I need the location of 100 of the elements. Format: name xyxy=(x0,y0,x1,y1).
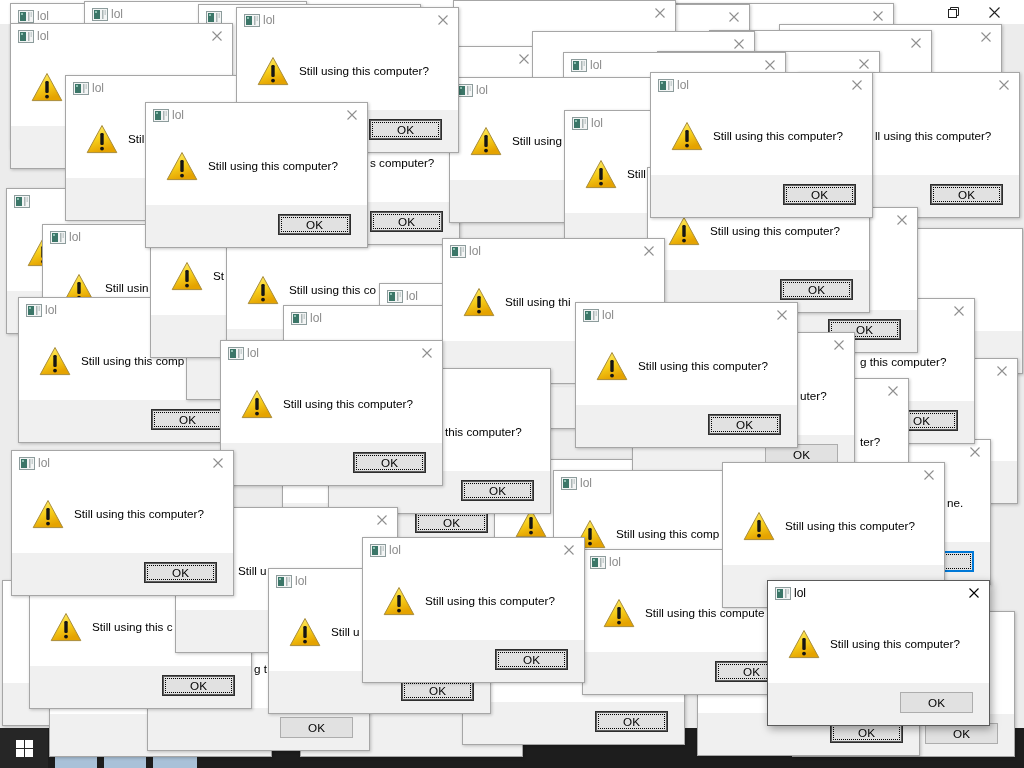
dialog-title: lol xyxy=(45,303,57,317)
dialog-message: Still using this compute xyxy=(645,606,765,620)
dialog-message: Still using this comp xyxy=(81,354,185,368)
dialog-title: lol xyxy=(247,346,259,360)
dialog-title: lol xyxy=(37,29,49,43)
dialog-message: Still using this computer? xyxy=(283,397,413,411)
ok-button[interactable]: OK xyxy=(495,649,568,670)
ok-button[interactable]: OK xyxy=(415,512,488,533)
ok-button[interactable]: OK xyxy=(370,211,443,232)
warning-icon xyxy=(86,124,118,154)
ok-button[interactable]: OK xyxy=(280,717,353,738)
window-icon xyxy=(387,289,403,303)
warning-icon xyxy=(596,351,628,381)
window-icon xyxy=(153,108,169,122)
dialog-title: lol xyxy=(38,456,50,470)
window-icon xyxy=(572,116,588,130)
ok-button[interactable]: OK xyxy=(461,480,534,501)
warning-icon xyxy=(247,275,279,305)
dialog-message: Still using xyxy=(512,134,563,148)
window-icon xyxy=(276,574,292,588)
ok-button[interactable]: OK xyxy=(930,184,1003,205)
window-icon xyxy=(73,81,89,95)
ok-button[interactable]: OK xyxy=(369,119,442,140)
window-icon xyxy=(92,7,108,21)
dialog-title: lol xyxy=(677,78,689,92)
warning-icon xyxy=(470,126,502,156)
dialog-message: Still using this computer? xyxy=(208,159,338,173)
warning-icon xyxy=(241,389,273,419)
window-icon xyxy=(561,476,577,490)
window-icon xyxy=(658,78,674,92)
dialog-title: lol xyxy=(590,58,602,72)
window-icon xyxy=(228,346,244,360)
start-button[interactable] xyxy=(0,728,48,768)
warning-icon xyxy=(668,216,700,246)
dialog-message: Still using this co xyxy=(289,283,377,297)
dialog-message: Still using this computer? xyxy=(713,129,843,143)
dialog-title: lol xyxy=(406,289,418,303)
dialog-title: lol xyxy=(591,116,603,130)
dialog-message: uter? xyxy=(800,389,827,403)
window-icon xyxy=(18,29,34,43)
dialog-message: Stil xyxy=(128,132,145,146)
window-icon xyxy=(244,13,260,27)
dialog-title: lol xyxy=(609,555,621,569)
ok-button[interactable]: OK xyxy=(708,414,781,435)
dialog-title: lol xyxy=(69,230,81,244)
warning-icon xyxy=(585,159,617,189)
warning-icon xyxy=(166,151,198,181)
window-icon xyxy=(775,586,791,600)
warning-icon xyxy=(257,56,289,86)
dialog-title: lol xyxy=(794,586,806,600)
dialog-message: Still usin xyxy=(105,281,149,295)
window-icon xyxy=(291,311,307,325)
dialog-message: Still using this computer? xyxy=(710,224,840,238)
warning-icon xyxy=(39,346,71,376)
dialog-title: lol xyxy=(295,574,307,588)
ok-button[interactable]: OK xyxy=(144,562,217,583)
ok-button[interactable]: OK xyxy=(353,452,426,473)
dialog-message: St xyxy=(213,269,225,283)
dialog-title: lol xyxy=(263,13,275,27)
window-icon xyxy=(450,244,466,258)
window-icon xyxy=(14,194,30,208)
dialog-message: Still using this computer? xyxy=(830,637,960,651)
close-icon[interactable] xyxy=(969,588,979,598)
warning-icon xyxy=(788,629,820,659)
dialog-message: ter? xyxy=(860,435,881,449)
dialog-message: Still xyxy=(627,167,646,181)
dialog-message: ll using this computer? xyxy=(875,129,992,143)
window-icon xyxy=(370,543,386,557)
dialog-message: Still using this computer? xyxy=(638,359,768,373)
window-icon xyxy=(590,555,606,569)
ok-button[interactable]: OK xyxy=(278,214,351,235)
dialog-title: lol xyxy=(92,81,104,95)
dialog-message: Still u xyxy=(331,625,360,639)
window-icon xyxy=(26,303,42,317)
warning-icon xyxy=(31,72,63,102)
window-icon xyxy=(583,308,599,322)
warning-icon xyxy=(603,598,635,628)
ok-button[interactable]: OK xyxy=(780,279,853,300)
warning-icon xyxy=(32,499,64,529)
ok-button[interactable]: OK xyxy=(595,711,668,732)
ok-button[interactable]: OK xyxy=(783,184,856,205)
dialog-title: lol xyxy=(580,476,592,490)
dialog-message: Still using this computer? xyxy=(785,519,915,533)
dialog-title: lol xyxy=(389,543,401,557)
window-icon xyxy=(50,230,66,244)
warning-icon xyxy=(463,287,495,317)
dialog-title: lol xyxy=(37,9,49,23)
dialog-message: Still using this computer? xyxy=(425,594,555,608)
ok-button[interactable]: OK xyxy=(900,692,973,713)
ok-button[interactable]: OK xyxy=(162,675,235,696)
dialog-message: Still using this c xyxy=(92,620,173,634)
windows-logo-icon xyxy=(15,739,33,757)
warning-icon xyxy=(743,511,775,541)
dialog-title: lol xyxy=(172,108,184,122)
warning-icon xyxy=(289,617,321,647)
dialog-message: this computer? xyxy=(445,425,522,439)
close-icon[interactable] xyxy=(989,6,1000,18)
warning-icon xyxy=(671,121,703,151)
restore-icon[interactable] xyxy=(948,6,959,18)
dialog-title: lol xyxy=(469,244,481,258)
